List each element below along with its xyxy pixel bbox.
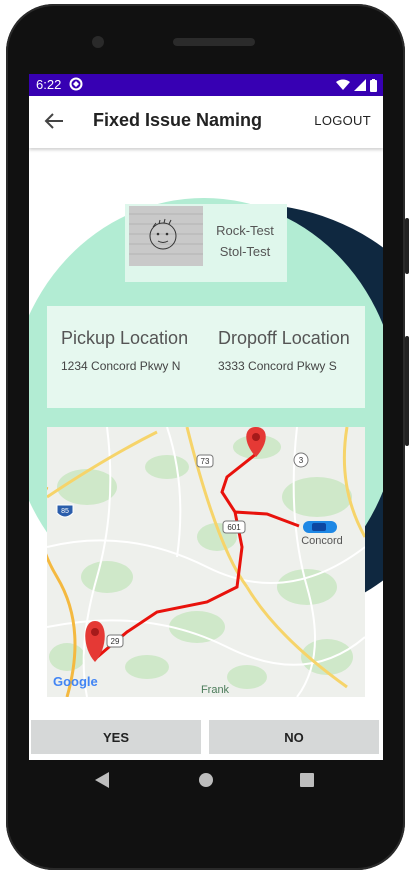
- shield-3-label: 3: [299, 456, 304, 465]
- status-time: 6:22: [36, 77, 62, 92]
- wifi-icon: [336, 79, 350, 90]
- shield-3: 3: [293, 452, 309, 468]
- status-bar: 6:22: [29, 74, 383, 96]
- pickup-column: Pickup Location 1234 Concord Pkwy N: [61, 328, 188, 373]
- shield-85: 85: [56, 504, 74, 518]
- volume-button: [405, 218, 409, 274]
- nav-back-icon[interactable]: [95, 772, 109, 788]
- page-title: Fixed Issue Naming: [93, 110, 263, 130]
- car-icon: [303, 521, 337, 533]
- logout-button[interactable]: LOGOUT: [314, 113, 371, 128]
- dropoff-address: 3333 Concord Pkwy S: [218, 359, 337, 373]
- shield-601-label: 601: [227, 523, 241, 532]
- battery-icon: [370, 78, 377, 92]
- power-button: [405, 336, 409, 446]
- avatar: [129, 206, 203, 266]
- shield-29: 29: [106, 634, 124, 648]
- shield-601: 601: [222, 520, 246, 534]
- shield-29-label: 29: [111, 637, 120, 646]
- location-card: Pickup Location 1234 Concord Pkwy N Drop…: [47, 306, 365, 408]
- app-bar: Fixed Issue Naming LOGOUT: [29, 96, 383, 148]
- shield-85-label: 85: [61, 508, 69, 515]
- shield-73: 73: [196, 454, 214, 468]
- place-label-frank: Frank: [201, 684, 230, 696]
- speaker-grille: [173, 38, 255, 46]
- back-arrow-icon[interactable]: [43, 110, 65, 132]
- map-canvas[interactable]: 73 3 601 29 85 Concord Frank Google: [47, 427, 365, 697]
- shield-73-label: 73: [201, 457, 210, 466]
- app-notification-icon: [69, 77, 83, 91]
- profile-name-2: Stol-Test: [219, 244, 271, 259]
- nav-recents-icon[interactable]: [300, 773, 314, 787]
- google-logo: Google: [53, 674, 98, 689]
- front-camera: [92, 36, 104, 48]
- profile-name-1: Rock-Test: [216, 223, 274, 238]
- pickup-address: 1234 Concord Pkwy N: [61, 359, 181, 373]
- route-map[interactable]: 73 3 601 29 85 Concord Frank Google: [47, 427, 365, 697]
- system-nav-bar: [29, 760, 383, 800]
- pickup-heading: Pickup Location: [61, 328, 189, 348]
- no-button[interactable]: NO: [209, 720, 379, 754]
- dropoff-column: Dropoff Location 3333 Concord Pkwy S: [218, 328, 350, 373]
- profile-names: Rock-Test Stol-Test: [207, 220, 283, 262]
- place-label-concord: Concord: [301, 535, 343, 547]
- nav-home-icon[interactable]: [199, 773, 213, 787]
- content-area: Rock-Test Stol-Test Pickup Location 1234…: [29, 150, 383, 760]
- screen: 6:22 Fixed Issue Naming LOGOUT Rock-Test…: [29, 74, 383, 760]
- dropoff-heading: Dropoff Location: [218, 328, 350, 348]
- signal-icon: [354, 79, 366, 91]
- yes-button[interactable]: YES: [31, 720, 201, 754]
